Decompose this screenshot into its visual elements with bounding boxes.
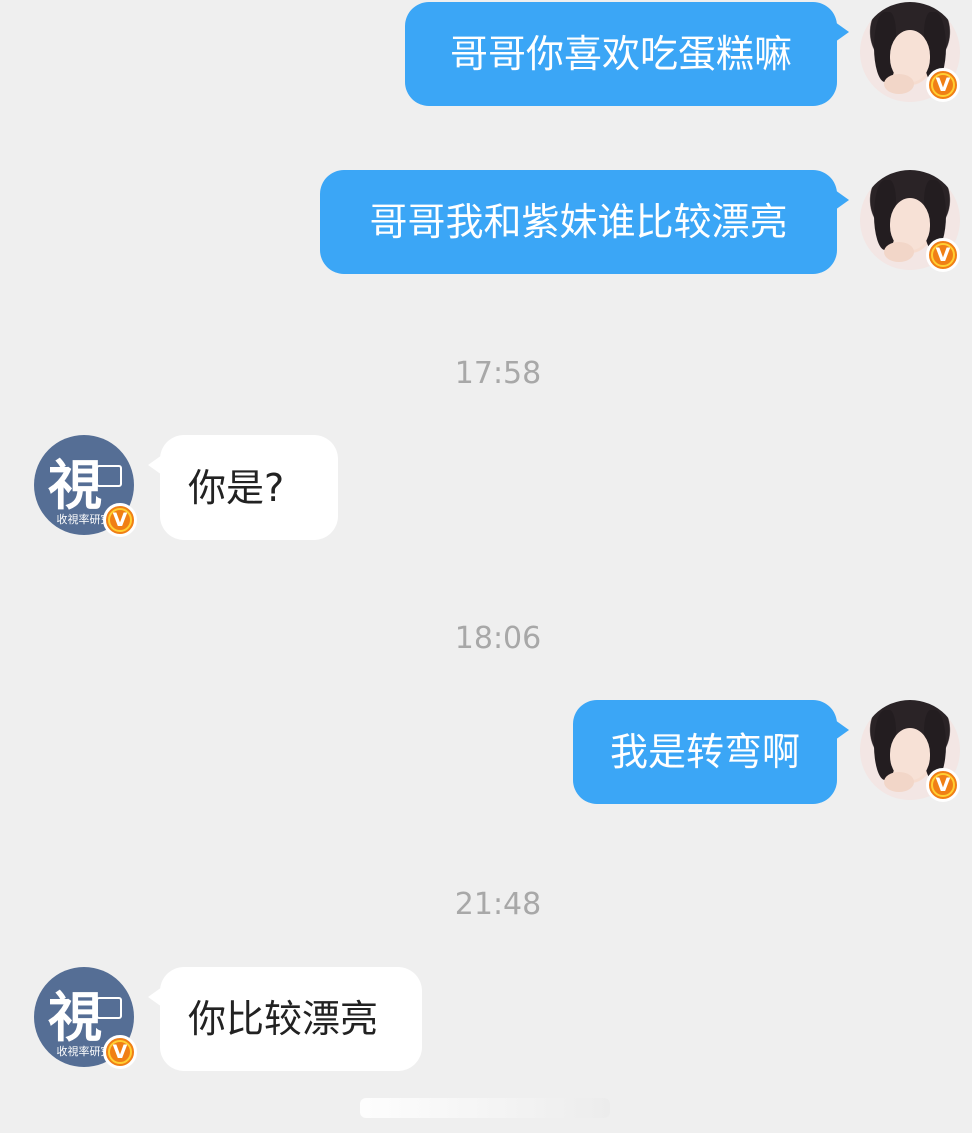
tv-icon <box>96 997 122 1019</box>
outgoing-message-bubble[interactable]: 哥哥你喜欢吃蛋糕嘛 <box>405 2 849 106</box>
tv-icon <box>96 465 122 487</box>
avatar-logo-glyph: 視 <box>48 985 102 1049</box>
message-text: 哥哥我和紫妹谁比较漂亮 <box>369 200 788 244</box>
timestamp: 18:06 <box>454 621 542 656</box>
chat-thread: 哥哥你喜欢吃蛋糕嘛 V 哥哥我和紫妹谁比较漂亮 V 17:58 視 收視率研究 … <box>0 0 972 1133</box>
incoming-message-bubble[interactable]: 你是? <box>148 435 338 540</box>
verified-badge-icon: V <box>926 68 960 102</box>
timestamp: 17:58 <box>454 356 542 391</box>
message-text: 我是转弯啊 <box>609 730 800 774</box>
timestamp: 21:48 <box>454 887 542 922</box>
outgoing-message-bubble[interactable]: 哥哥我和紫妹谁比较漂亮 <box>320 170 849 274</box>
message-text: 哥哥你喜欢吃蛋糕嘛 <box>449 32 792 76</box>
watermark <box>360 1098 610 1118</box>
message-text: 你是? <box>188 465 285 510</box>
verified-badge-icon: V <box>103 1035 137 1069</box>
incoming-message-bubble[interactable]: 你比较漂亮 <box>148 967 422 1071</box>
outgoing-message-bubble[interactable]: 我是转弯啊 <box>573 700 849 804</box>
avatar-logo-glyph: 視 <box>48 453 102 517</box>
verified-badge-icon: V <box>103 503 137 537</box>
verified-badge-icon: V <box>926 768 960 802</box>
verified-badge-icon: V <box>926 238 960 272</box>
message-text: 你比较漂亮 <box>188 997 379 1041</box>
